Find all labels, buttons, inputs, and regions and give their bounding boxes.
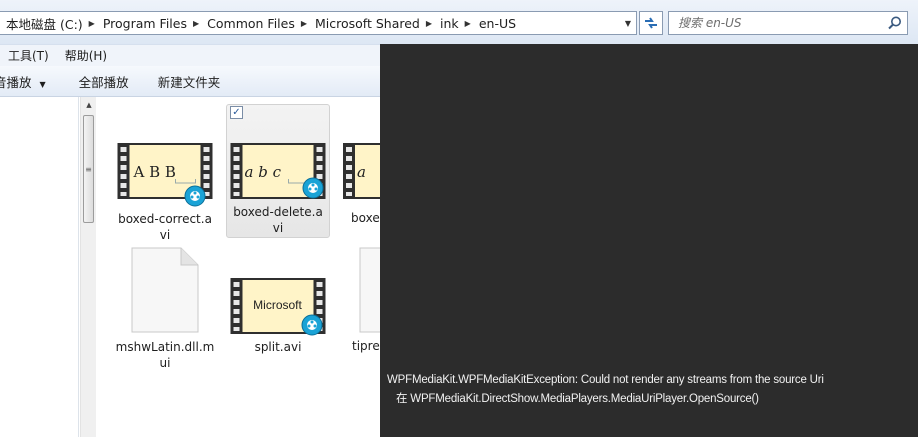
explorer-top-bar: 本地磁盘 (C:) ▶ Program Files ▶ Common Files…	[0, 0, 918, 44]
menu-tools[interactable]: 工具(T)	[0, 47, 57, 64]
error-message-line-2: 在 WPFMediaKit.DirectShow.MediaPlayers.Me…	[396, 393, 759, 405]
error-message-line-1: WPFMediaKit.WPFMediaKitException: Could …	[387, 374, 824, 386]
file-name: mshwLatin.dll.m ui	[115, 339, 215, 371]
thumb-text: A B B	[133, 163, 176, 181]
file-name: split.avi	[254, 340, 302, 354]
file-item-boxed-clipped[interactable]: a boxe	[343, 105, 380, 239]
document-icon	[131, 247, 199, 333]
search-icon[interactable]	[887, 15, 903, 31]
scroll-up-icon[interactable]: ▲	[81, 97, 97, 113]
menu-bar: 工具(T) 帮助(H)	[0, 44, 380, 66]
breadcrumb-common-files[interactable]: Common Files	[201, 16, 299, 31]
thumb-text: a b c	[245, 163, 282, 181]
file-item-boxed-delete[interactable]: ✓ a b c boxed-delete.a vi	[226, 104, 330, 238]
thumb-text: a	[357, 163, 366, 181]
video-thumbnail: a	[343, 141, 380, 204]
file-name: boxed-correct.a vi	[115, 211, 215, 243]
file-name-line: mshwLatin.dll.m	[115, 340, 215, 354]
file-item-mshwlatin[interactable]: mshwLatin.dll.m ui	[113, 242, 217, 376]
media-player-badge-icon	[184, 185, 206, 207]
document-icon	[359, 247, 380, 333]
file-name: boxe	[351, 211, 380, 225]
file-item-tipre-clipped[interactable]: tipre	[343, 242, 380, 376]
checkmark-icon: ✓	[232, 107, 241, 118]
refresh-button[interactable]	[639, 11, 663, 35]
new-folder-button[interactable]: 新建文件夹	[158, 72, 221, 91]
menu-help[interactable]: 帮助(H)	[57, 47, 115, 64]
breadcrumb-local-disk[interactable]: 本地磁盘 (C:)	[0, 14, 87, 33]
breadcrumb-separator-icon[interactable]: ▶	[87, 19, 97, 28]
search-box[interactable]	[668, 11, 908, 35]
selection-checkbox[interactable]: ✓	[230, 106, 243, 119]
command-toolbar: 音播放 ▼ 全部播放 新建文件夹	[0, 66, 380, 97]
file-name: boxed-delete.a vi	[229, 204, 327, 236]
navigation-pane[interactable]	[0, 97, 79, 437]
refresh-icon	[645, 17, 657, 29]
play-to-button[interactable]: 音播放 ▼	[0, 72, 46, 91]
file-name-line: vi	[272, 221, 284, 235]
vertical-scrollbar[interactable]: ▲ ≡	[80, 97, 96, 437]
breadcrumb-separator-icon[interactable]: ▶	[424, 19, 434, 28]
file-item-boxed-correct[interactable]: A B B boxed-correct.a vi	[113, 105, 217, 242]
file-name-line: boxed-correct.a	[118, 212, 212, 226]
media-player-badge-icon	[302, 177, 324, 199]
breadcrumb-en-us[interactable]: en-US	[473, 16, 520, 31]
scrollbar-thumb[interactable]: ≡	[83, 115, 94, 223]
breadcrumb-program-files[interactable]: Program Files	[97, 16, 191, 31]
address-history-dropdown-icon[interactable]: ▼	[620, 12, 636, 34]
media-player-badge-icon	[301, 314, 323, 336]
breadcrumb-separator-icon[interactable]: ▶	[299, 19, 309, 28]
chevron-down-icon: ▼	[39, 79, 46, 89]
file-name-line: boxed-delete.a	[233, 205, 323, 219]
breadcrumb-separator-icon[interactable]: ▶	[191, 19, 201, 28]
thumb-text: Microsoft	[253, 298, 302, 312]
file-name-line: ui	[159, 356, 171, 370]
file-list: A B B boxed-correct.a vi ✓ a b c boxed-d…	[97, 97, 380, 437]
play-all-button[interactable]: 全部播放	[79, 72, 129, 91]
file-item-split[interactable]: Microsoft split.avi	[226, 242, 330, 376]
search-input[interactable]	[678, 16, 878, 30]
play-to-label: 音播放	[0, 74, 32, 90]
breadcrumb-microsoft-shared[interactable]: Microsoft Shared	[309, 16, 424, 31]
breadcrumb-separator-icon[interactable]: ▶	[463, 19, 473, 28]
file-name: tipre	[352, 339, 380, 353]
breadcrumb-ink[interactable]: ink	[434, 16, 463, 31]
file-name-line: vi	[159, 228, 171, 242]
address-bar[interactable]: 本地磁盘 (C:) ▶ Program Files ▶ Common Files…	[0, 11, 637, 35]
